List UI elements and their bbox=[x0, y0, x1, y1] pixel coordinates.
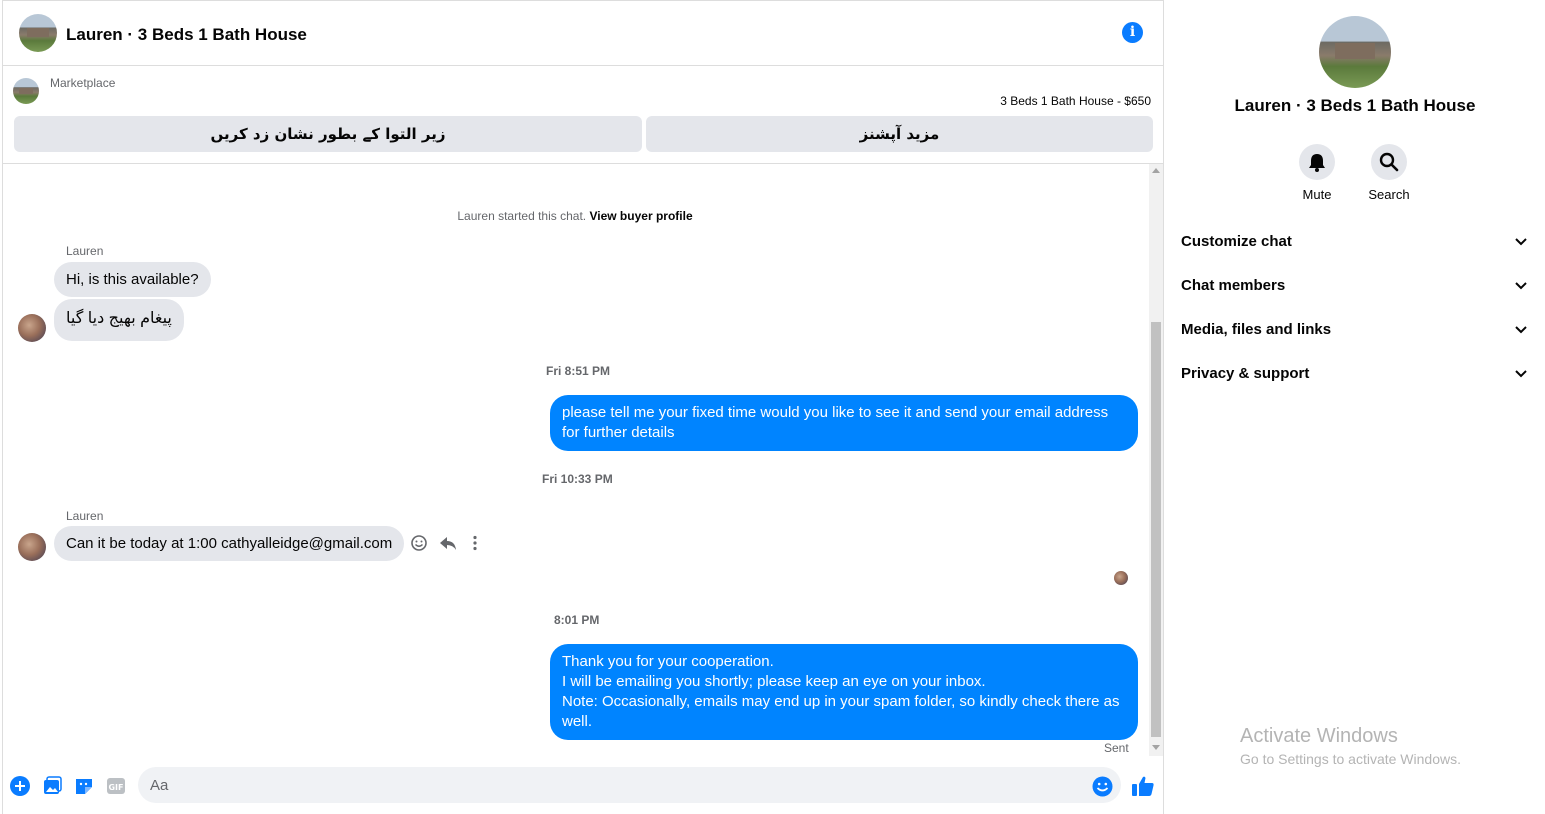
scrollbar-thumb[interactable] bbox=[1151, 322, 1161, 737]
marketplace-bar: Marketplace 3 Beds 1 Bath House - $650 ز… bbox=[3, 66, 1163, 164]
mute-label: Mute bbox=[1302, 187, 1332, 202]
incoming-message[interactable]: پیغام بھیج دیا گیا bbox=[54, 299, 184, 341]
incoming-message[interactable]: Can it be today at 1:00 cathyalleidge@gm… bbox=[54, 526, 405, 561]
like-thumbs-up-icon[interactable] bbox=[1131, 775, 1155, 797]
outgoing-message[interactable]: Thank you for your cooperation. I will b… bbox=[550, 644, 1138, 740]
message-line: Note: Occasionally, emails may end up in… bbox=[562, 693, 1120, 710]
plus-icon[interactable] bbox=[10, 776, 30, 796]
sender-name: Lauren bbox=[66, 509, 104, 523]
composer: GIF bbox=[3, 758, 1163, 814]
search-button[interactable]: Search bbox=[1359, 144, 1419, 202]
chat-title[interactable]: Lauren · 3 Beds 1 Bath House bbox=[66, 25, 307, 45]
menu-label: Chat members bbox=[1181, 277, 1286, 294]
panel-title: Lauren · 3 Beds 1 Bath House bbox=[1234, 96, 1476, 115]
scrollbar[interactable] bbox=[1149, 164, 1163, 756]
bell-icon[interactable] bbox=[1299, 144, 1335, 180]
message-timestamp: 8:01 PM bbox=[554, 613, 600, 627]
menu-label: Media, files and links bbox=[1181, 321, 1332, 338]
mute-button[interactable]: Mute bbox=[1287, 144, 1347, 202]
gif-label: GIF bbox=[108, 783, 123, 792]
chevron-down-icon bbox=[1513, 362, 1529, 386]
chat-column: Lauren · 3 Beds 1 Bath House i Marketpla… bbox=[2, 0, 1164, 814]
listing-avatar[interactable] bbox=[19, 14, 57, 52]
react-icon[interactable] bbox=[410, 534, 428, 552]
message-line: I will be emailing you shortly; please k… bbox=[562, 673, 986, 690]
chat-header: Lauren · 3 Beds 1 Bath House i bbox=[3, 1, 1163, 66]
message-list[interactable]: Lauren started this chat. View buyer pro… bbox=[3, 164, 1163, 756]
sent-status: Sent bbox=[1104, 741, 1129, 755]
seen-indicator-avatar bbox=[1114, 571, 1128, 585]
menu-label: Privacy & support bbox=[1181, 365, 1310, 382]
incoming-message[interactable]: Hi, is this available? bbox=[54, 262, 211, 297]
sticker-icon[interactable] bbox=[74, 776, 94, 796]
scroll-down-arrow-icon[interactable] bbox=[1152, 745, 1160, 750]
chevron-down-icon bbox=[1513, 274, 1529, 298]
search-icon[interactable] bbox=[1371, 144, 1407, 180]
message-line: please tell me your fixed time would you… bbox=[562, 404, 1109, 421]
chevron-down-icon bbox=[1513, 230, 1529, 254]
windows-watermark-title: Activate Windows bbox=[1240, 725, 1398, 747]
menu-label: Customize chat bbox=[1181, 233, 1292, 250]
mark-as-pending-button[interactable]: زیر التوا کے بطور نشان زد کریں bbox=[14, 116, 642, 152]
gif-icon[interactable]: GIF bbox=[106, 776, 126, 796]
view-buyer-profile-link[interactable]: View buyer profile bbox=[589, 209, 692, 223]
menu-chat-members[interactable]: Chat members bbox=[1181, 274, 1529, 298]
sender-name: Lauren bbox=[66, 244, 104, 258]
more-options-button[interactable]: مزید آپشنز bbox=[646, 116, 1153, 152]
message-line: well. bbox=[562, 713, 593, 730]
message-line: for further details bbox=[562, 424, 675, 441]
message-timestamp: Fri 8:51 PM bbox=[546, 364, 611, 378]
sender-avatar[interactable] bbox=[18, 533, 46, 561]
details-panel: Lauren · 3 Beds 1 Bath House Mute Search… bbox=[1165, 0, 1545, 814]
started-text: Lauren started this chat. bbox=[457, 209, 587, 223]
photo-icon[interactable] bbox=[42, 776, 62, 796]
listing-thumbnail[interactable] bbox=[13, 78, 39, 104]
message-timestamp: Fri 10:33 PM bbox=[542, 472, 613, 486]
sender-avatar[interactable] bbox=[18, 314, 46, 342]
outgoing-message[interactable]: please tell me your fixed time would you… bbox=[550, 395, 1138, 451]
chevron-down-icon bbox=[1513, 318, 1529, 342]
menu-privacy-support[interactable]: Privacy & support bbox=[1181, 362, 1529, 386]
listing-title-price[interactable]: 3 Beds 1 Bath House - $650 bbox=[1000, 94, 1151, 108]
reply-icon[interactable] bbox=[439, 534, 457, 552]
menu-customize-chat[interactable]: Customize chat bbox=[1181, 230, 1529, 254]
emoji-icon[interactable] bbox=[1092, 776, 1113, 797]
info-icon[interactable]: i bbox=[1122, 22, 1143, 43]
panel-avatar[interactable] bbox=[1319, 16, 1391, 88]
message-line: Thank you for your cooperation. bbox=[562, 653, 774, 670]
marketplace-label: Marketplace bbox=[50, 76, 116, 90]
messenger-app: Lauren · 3 Beds 1 Bath House i Marketpla… bbox=[0, 0, 1545, 814]
more-actions-icon[interactable] bbox=[466, 534, 484, 552]
chat-started-notice: Lauren started this chat. View buyer pro… bbox=[3, 209, 1147, 223]
windows-watermark-subtitle: Go to Settings to activate Windows. bbox=[1240, 751, 1461, 767]
menu-media-files-links[interactable]: Media, files and links bbox=[1181, 318, 1529, 342]
scroll-up-arrow-icon[interactable] bbox=[1152, 168, 1160, 173]
message-input[interactable] bbox=[138, 767, 1121, 803]
search-label: Search bbox=[1368, 187, 1410, 202]
